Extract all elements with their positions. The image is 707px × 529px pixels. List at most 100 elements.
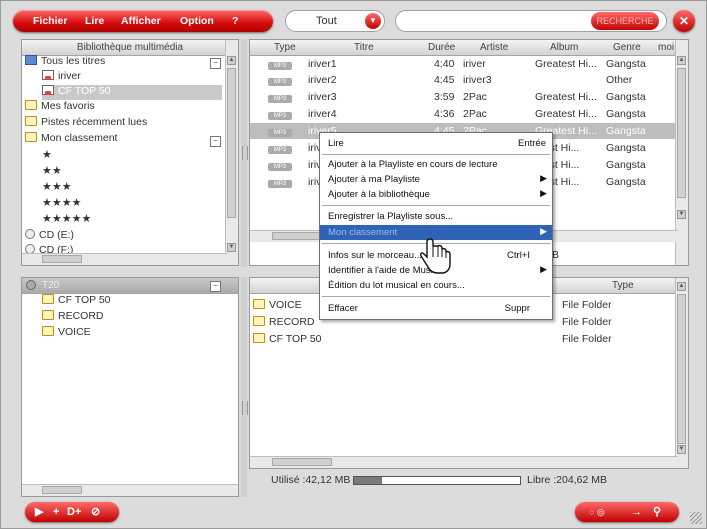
device-folder-cf-top-50[interactable]: CF TOP 50	[42, 294, 111, 309]
menu-item-add-my-playlist[interactable]: Ajouter à ma Playliste ▶	[320, 172, 552, 187]
vertical-splitter-bottom[interactable]	[241, 277, 247, 497]
tree-label: CF TOP 50	[58, 294, 111, 306]
menu-item-save-playlist[interactable]: Enregistrer la Playliste sous...	[320, 209, 552, 224]
mp3-badge: MP3	[268, 78, 292, 86]
col-type[interactable]: Type	[274, 42, 296, 53]
search-button[interactable]: RECHERCHE	[591, 12, 659, 30]
device-folder-voice[interactable]: VOICE	[42, 326, 91, 341]
menu-fichier[interactable]: Fichier	[33, 15, 67, 27]
scroll-thumb[interactable]	[42, 255, 82, 263]
col-duration[interactable]: Durée	[428, 42, 455, 53]
track-genre: Gangsta	[606, 176, 646, 188]
mp3-badge: MP3	[268, 112, 292, 120]
scroll-up-icon[interactable]: ▲	[677, 56, 686, 65]
menu-item-add-library[interactable]: Ajouter à la bibliothèque ▶	[320, 187, 552, 202]
submenu-arrow-icon: ▶	[540, 173, 547, 183]
track-artist: 2Pac	[463, 108, 487, 120]
filter-select[interactable]: Tout ▼	[285, 10, 385, 32]
file-name: VOICE	[269, 299, 302, 311]
chevron-down-icon[interactable]: ▼	[365, 13, 381, 29]
splitter-grip[interactable]	[242, 146, 248, 160]
add-playlist-icon[interactable]: D+	[67, 502, 81, 522]
storage-status-bar: Utilisé :42,12 MB Libre :204,62 MB	[249, 470, 687, 492]
collapse-icon[interactable]: −	[210, 58, 221, 69]
library-vertical-scrollbar[interactable]: ▲ ▼	[225, 40, 238, 265]
col-genre[interactable]: Genre	[613, 42, 641, 53]
device-folder-record[interactable]: RECORD	[42, 310, 104, 325]
scroll-thumb[interactable]	[227, 68, 236, 218]
menu-option[interactable]: Option	[180, 15, 214, 27]
tree-item-favorites[interactable]: Mes favoris	[25, 100, 95, 115]
library-title: Bibliothèque multimédia	[76, 42, 184, 53]
tree-item-5-stars[interactable]: ★★★★★	[42, 212, 91, 227]
menu-shortcut: Suppr	[504, 303, 530, 314]
scroll-thumb[interactable]	[272, 458, 332, 466]
track-genre: Gangsta	[606, 91, 646, 103]
tree-item-cd-e[interactable]: CD (E:)	[25, 229, 74, 244]
folder-icon	[253, 316, 265, 326]
menu-separator	[322, 154, 550, 155]
collapse-icon[interactable]: −	[210, 136, 221, 147]
transfer-arrow-icon[interactable]: →	[631, 502, 642, 522]
playlist-icon	[42, 70, 54, 80]
library-horizontal-scrollbar[interactable]	[22, 253, 227, 265]
folder-icon	[25, 100, 37, 110]
tree-label: Mes favoris	[41, 100, 95, 112]
menu-lire[interactable]: Lire	[85, 15, 104, 27]
file-row[interactable]: CF TOP 50 File Folder	[250, 331, 676, 347]
folder-icon	[42, 310, 54, 320]
col-more[interactable]: moi	[658, 42, 674, 53]
tree-label: RECORD	[58, 310, 104, 322]
files-horizontal-scrollbar[interactable]	[250, 456, 678, 468]
tree-label: Mon classement	[41, 132, 118, 144]
menu-item-lire[interactable]: Lire Entrée	[320, 136, 552, 151]
track-row[interactable]: MP3 iriver2 4:45 iriver3 Other	[250, 72, 676, 88]
col-title[interactable]: Titre	[354, 42, 374, 53]
track-genre: Gangsta	[606, 108, 646, 120]
track-row[interactable]: MP3 iriver1 4:40 iriver Greatest Hi... Gangst…	[250, 56, 676, 72]
tree-item-iriver[interactable]: iriver	[42, 70, 81, 85]
tree-item-all-tracks[interactable]: Tous les titres	[25, 55, 105, 70]
device-horizontal-scrollbar[interactable]	[22, 484, 238, 496]
col-file-type[interactable]: Type	[612, 280, 634, 291]
scroll-thumb[interactable]	[677, 68, 686, 198]
files-vertical-scrollbar[interactable]: ▲ ▼	[675, 278, 688, 468]
col-album[interactable]: Album	[550, 42, 578, 53]
menu-label: Infos sur le morceau...	[328, 250, 422, 261]
library-pane: Bibliothèque multimédia Tous les titres …	[21, 39, 239, 266]
menu-help[interactable]: ?	[232, 15, 238, 27]
scroll-thumb[interactable]	[42, 486, 82, 494]
scroll-down-icon[interactable]: ▼	[677, 445, 686, 454]
menu-item-add-current-playlist[interactable]: Ajouter à la Playliste en cours de lectu…	[320, 157, 552, 172]
play-icon[interactable]: ▶	[35, 502, 43, 522]
tree-item-3-stars[interactable]: ★★★	[42, 180, 72, 195]
col-artist[interactable]: Artiste	[480, 42, 508, 53]
resize-grip-icon[interactable]	[690, 512, 702, 524]
track-row[interactable]: MP3 iriver3 3:59 2Pac Greatest Hi... Gangsta	[250, 89, 676, 105]
search-icon[interactable]: ⚲	[653, 502, 661, 522]
library-header: Bibliothèque multimédia	[22, 40, 238, 56]
collapse-icon[interactable]: −	[210, 281, 221, 292]
splitter-grip[interactable]	[242, 401, 248, 415]
scroll-down-icon[interactable]: ▼	[677, 210, 686, 219]
menu-item-delete[interactable]: Effacer Suppr	[320, 301, 552, 316]
tree-item-cf-top-50[interactable]: CF TOP 50	[42, 85, 222, 100]
tree-item-4-stars[interactable]: ★★★★	[42, 196, 81, 211]
track-artist: 2Pac	[463, 91, 487, 103]
tree-item-2-stars[interactable]: ★★	[42, 164, 62, 179]
track-row[interactable]: MP3 iriver4 4:36 2Pac Greatest Hi... Gangsta	[250, 106, 676, 122]
scroll-up-icon[interactable]: ▲	[677, 282, 686, 291]
delete-icon[interactable]: ⊘	[91, 502, 100, 522]
tree-item-rating[interactable]: Mon classement	[25, 132, 117, 147]
tree-item-1-star[interactable]: ★	[42, 148, 52, 163]
top-toolbar: Fichier Lire Afficher Option ? Tout ▼ RE…	[5, 7, 704, 37]
tree-item-recent[interactable]: Pistes récemment lues	[25, 116, 147, 131]
menu-item-batch-edit[interactable]: Édition du lot musical en cours...	[320, 278, 552, 293]
close-icon[interactable]: ✕	[673, 10, 695, 32]
scroll-down-icon[interactable]: ▼	[227, 243, 236, 252]
scroll-up-icon[interactable]: ▲	[227, 56, 236, 65]
track-title: iriver1	[308, 58, 337, 70]
add-icon[interactable]: +	[53, 502, 59, 522]
scroll-thumb[interactable]	[677, 294, 686, 444]
menu-afficher[interactable]: Afficher	[121, 15, 161, 27]
